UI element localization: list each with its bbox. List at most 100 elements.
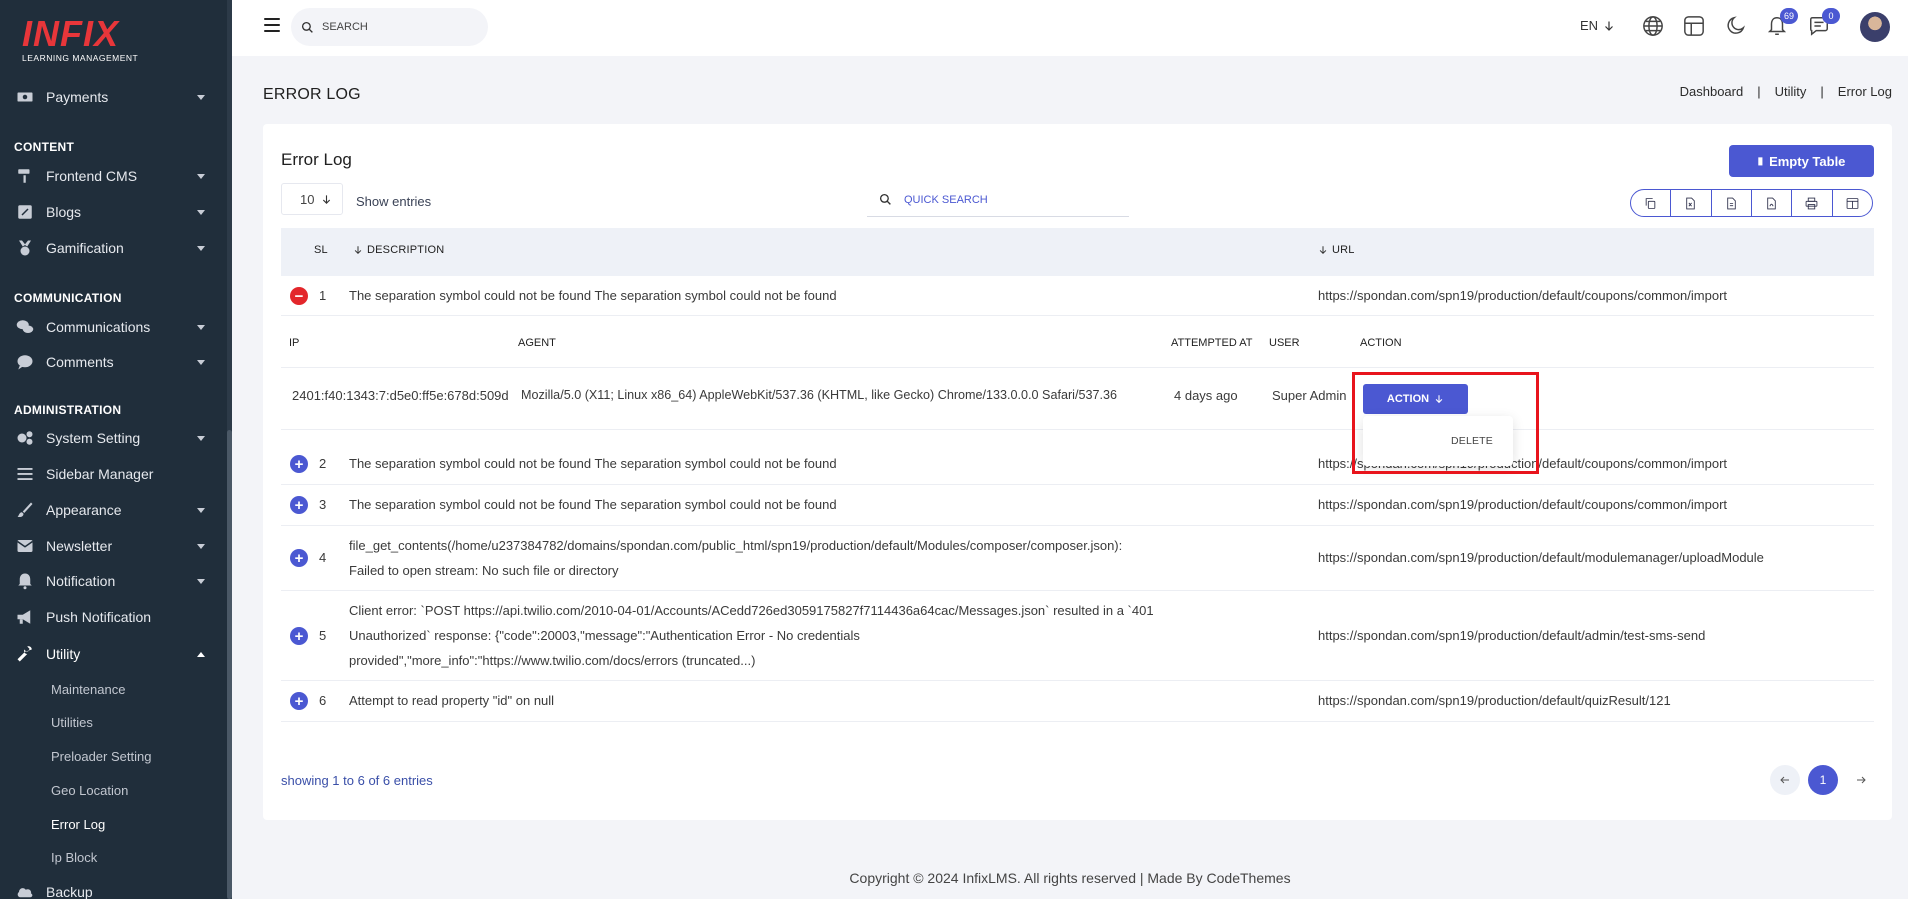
sidebar-subitem-geo-location[interactable]: Geo Location xyxy=(51,783,128,798)
sidebar-subitem-maintenance[interactable]: Maintenance xyxy=(51,682,125,697)
sidebar-item-label: Payments xyxy=(46,89,109,105)
sidebar-item-appearance[interactable]: Appearance xyxy=(0,494,227,526)
footer-copyright: Copyright © 2024 InfixLMS. All rights re… xyxy=(849,870,1291,886)
bars-icon xyxy=(14,465,36,483)
edit-icon xyxy=(14,203,36,221)
detail-attempted-at: 4 days ago xyxy=(1174,388,1238,403)
quick-search-input[interactable] xyxy=(904,193,1104,206)
column-visibility-button[interactable] xyxy=(1833,190,1872,216)
column-header-sl[interactable]: SL xyxy=(314,244,328,256)
logo-subtitle: LEARNING MANAGEMENT xyxy=(22,53,139,63)
expand-row-icon[interactable]: + xyxy=(290,549,308,567)
detail-row: 2401:f40:1343:7:d5e0:ff5e:678d:509d Mozi… xyxy=(281,368,1874,430)
sidebar-subitem-preloader-setting[interactable]: Preloader Setting xyxy=(51,749,151,764)
sidebar-subitem-utilities[interactable]: Utilities xyxy=(51,715,93,730)
sidebar-item-gamification[interactable]: Gamification xyxy=(0,232,227,264)
comment-icon xyxy=(14,353,36,371)
expand-row-icon[interactable]: + xyxy=(290,627,308,645)
sidebar-item-notification[interactable]: Notification xyxy=(0,565,227,597)
pagination-info: showing 1 to 6 of 6 entries xyxy=(281,773,433,788)
sidebar-item-sidebar-manager[interactable]: Sidebar Manager xyxy=(0,458,227,490)
breadcrumb-separator: | xyxy=(1820,84,1824,99)
cell-description-line: Client error: `POST https://api.twilio.c… xyxy=(349,603,1154,618)
moon-icon[interactable] xyxy=(1725,15,1749,39)
expand-row-icon[interactable]: + xyxy=(290,692,308,710)
page-title: ERROR LOG xyxy=(263,86,361,103)
avatar[interactable] xyxy=(1860,12,1890,42)
comments-icon xyxy=(14,318,36,336)
pdf-button[interactable] xyxy=(1752,190,1793,216)
next-page-button[interactable] xyxy=(1846,765,1876,795)
sidebar-item-label: Newsletter xyxy=(46,538,113,554)
bullhorn-icon xyxy=(14,608,36,626)
menu-toggle-icon[interactable] xyxy=(264,18,280,32)
column-header-label: URL xyxy=(1332,244,1355,256)
logo[interactable]: INFIX LEARNING MANAGEMENT xyxy=(22,13,139,64)
detail-header-ip: IP xyxy=(289,337,300,349)
csv-button[interactable] xyxy=(1712,190,1752,216)
language-label: EN xyxy=(1580,18,1599,33)
empty-table-button[interactable]: ▮ Empty Table xyxy=(1729,145,1874,177)
sidebar-scrollbar-thumb[interactable] xyxy=(227,430,232,899)
cell-description: The separation symbol could not be found… xyxy=(349,497,837,512)
chevron-down-icon xyxy=(197,325,205,330)
breadcrumb-dashboard[interactable]: Dashboard xyxy=(1680,84,1744,99)
collapse-row-icon[interactable]: − xyxy=(290,287,308,305)
layout-icon[interactable] xyxy=(1683,15,1707,39)
language-selector[interactable]: EN xyxy=(1580,18,1615,33)
print-button[interactable] xyxy=(1792,190,1833,216)
logo-text: INFIX xyxy=(22,13,120,54)
action-button-label: ACTION xyxy=(1386,393,1430,405)
sidebar-item-label: Frontend CMS xyxy=(46,168,138,184)
sidebar-subitem-ip-block[interactable]: Ip Block xyxy=(51,850,97,865)
quick-search[interactable] xyxy=(867,183,1129,217)
globe-icon[interactable] xyxy=(1642,15,1666,39)
search-icon xyxy=(879,193,891,205)
delete-menu-item[interactable]: DELETE xyxy=(1451,435,1493,447)
search-input[interactable] xyxy=(322,21,472,33)
cell-description-line: file_get_contents(/home/u237384782/domai… xyxy=(349,538,1123,553)
page-button-current[interactable]: 1 xyxy=(1808,765,1838,795)
global-search[interactable] xyxy=(291,8,488,46)
cell-sl: 1 xyxy=(319,288,327,303)
sidebar-item-payments[interactable]: Payments xyxy=(0,81,227,113)
cell-description: file_get_contents(/home/u237384782/domai… xyxy=(349,533,1289,583)
copy-button[interactable] xyxy=(1631,190,1672,216)
sidebar-item-utility[interactable]: Utility xyxy=(0,638,227,670)
messages-button[interactable]: 0 xyxy=(1808,8,1840,39)
row-action-button[interactable]: ACTION xyxy=(1363,384,1468,414)
detail-user: Super Admin xyxy=(1272,388,1347,403)
notifications-button[interactable]: 69 xyxy=(1766,8,1798,39)
sidebar: INFIX LEARNING MANAGEMENT Payments CONTE… xyxy=(0,0,232,899)
breadcrumb-error-log: Error Log xyxy=(1837,84,1892,99)
entries-select[interactable]: 10 xyxy=(281,183,343,215)
breadcrumb-utility[interactable]: Utility xyxy=(1775,84,1807,99)
sidebar-item-backup[interactable]: Backup xyxy=(0,876,227,899)
table-row: + 4 file_get_contents(/home/u237384782/d… xyxy=(281,526,1874,591)
previous-page-button[interactable] xyxy=(1770,765,1800,795)
brush-icon xyxy=(14,501,36,519)
sidebar-item-frontend-cms[interactable]: Frontend CMS xyxy=(0,160,227,192)
sidebar-item-comments[interactable]: Comments xyxy=(0,346,227,378)
sidebar-scrollbar[interactable] xyxy=(227,0,232,899)
sidebar-item-push-notification[interactable]: Push Notification xyxy=(0,601,227,633)
sidebar-item-blogs[interactable]: Blogs xyxy=(0,196,227,228)
sidebar-item-label: Comments xyxy=(46,354,114,370)
column-header-url[interactable]: URL xyxy=(1318,244,1355,256)
excel-button[interactable] xyxy=(1671,190,1712,216)
column-header-description[interactable]: DESCRIPTION xyxy=(353,244,444,256)
cell-sl: 5 xyxy=(319,628,327,643)
pagination: 1 xyxy=(1762,765,1876,795)
sidebar-item-communications[interactable]: Communications xyxy=(0,311,227,343)
sidebar-item-system-setting[interactable]: System Setting xyxy=(0,422,227,454)
detail-ip: 2401:f40:1343:7:d5e0:ff5e:678d:509d xyxy=(292,388,509,403)
sidebar-item-newsletter[interactable]: Newsletter xyxy=(0,530,227,562)
section-communication: COMMUNICATION xyxy=(14,291,122,305)
detail-header-user: USER xyxy=(1269,337,1300,349)
table-row: − 1 The separation symbol could not be f… xyxy=(281,276,1874,316)
expand-row-icon[interactable]: + xyxy=(290,455,308,473)
breadcrumb-separator: | xyxy=(1757,84,1761,99)
expand-row-icon[interactable]: + xyxy=(290,496,308,514)
cell-description: Client error: `POST https://api.twilio.c… xyxy=(349,598,1289,673)
sidebar-subitem-error-log[interactable]: Error Log xyxy=(51,817,105,832)
